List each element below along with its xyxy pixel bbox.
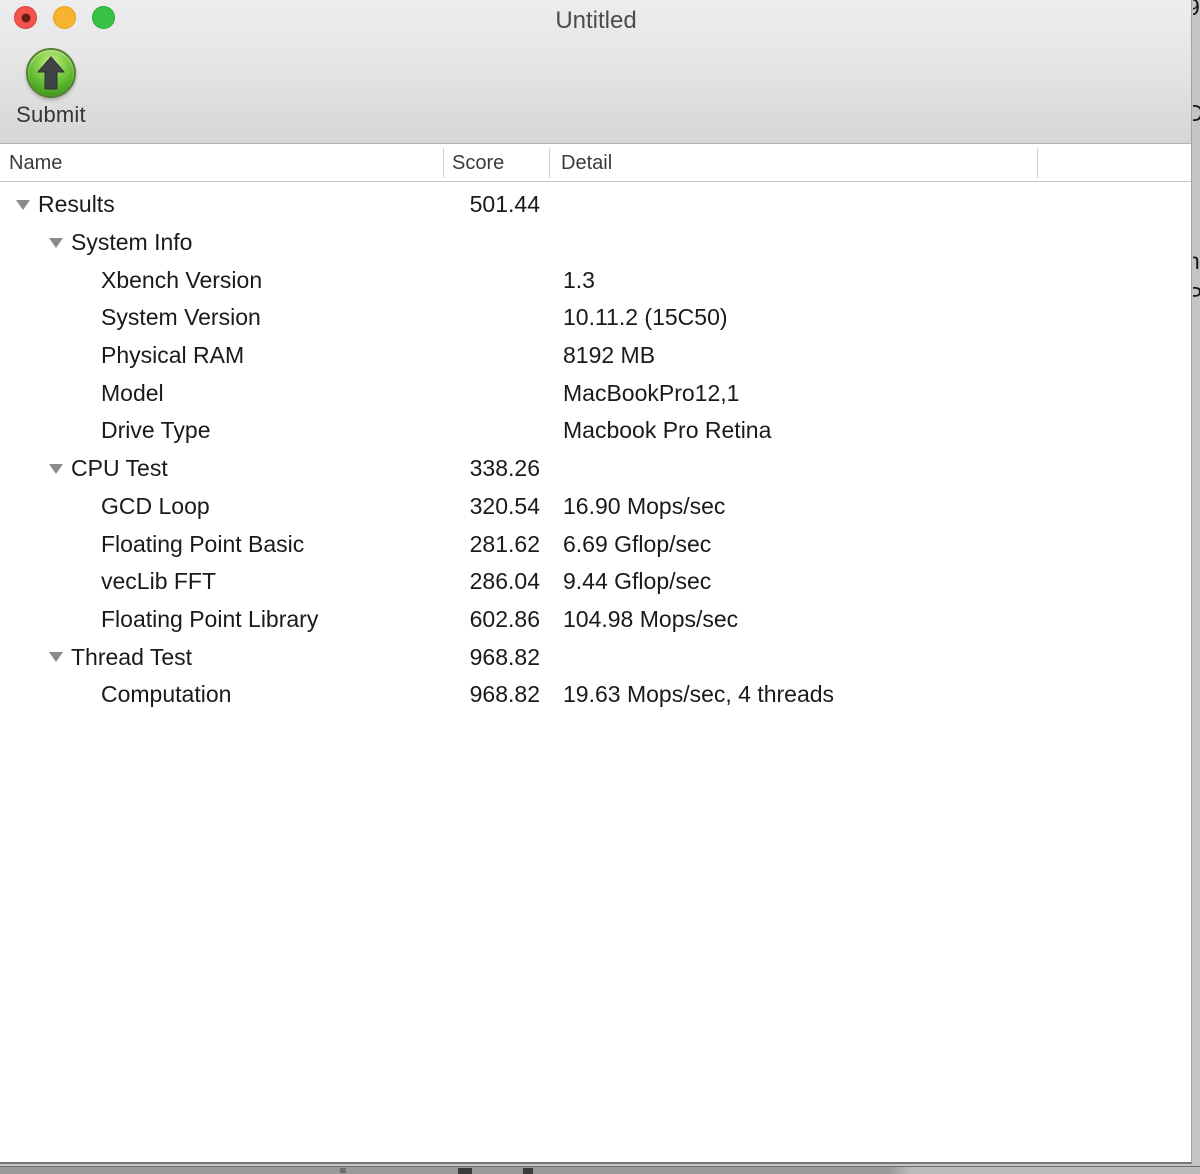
background-artifact [523, 1168, 533, 1174]
table-row[interactable]: CPU Test 338.26 [0, 450, 1191, 488]
row-name-cell: Model [0, 380, 443, 407]
row-name: Thread Test [71, 644, 192, 671]
row-name-cell: System Info [0, 229, 443, 256]
row-name-cell: Results [0, 191, 443, 218]
row-name-cell: System Version [0, 304, 443, 331]
column-divider[interactable] [1037, 148, 1038, 178]
disclosure-triangle-icon[interactable] [49, 238, 63, 248]
table-header: Name Score Detail [0, 145, 1191, 182]
row-name: Model [101, 380, 164, 407]
row-score: 968.82 [443, 644, 540, 671]
row-detail: 8192 MB [540, 342, 655, 369]
row-detail: 9.44 Gflop/sec [540, 568, 711, 595]
row-score: 968.82 [443, 681, 540, 708]
table-row[interactable]: Floating Point Basic 281.62 6.69 Gflop/s… [0, 525, 1191, 563]
disclosure-triangle-icon[interactable] [49, 652, 63, 662]
column-header-detail[interactable]: Detail [561, 152, 612, 175]
row-name-cell: Computation [0, 681, 443, 708]
row-detail: MacBookPro12,1 [540, 380, 739, 407]
table-row[interactable]: GCD Loop 320.54 16.90 Mops/sec [0, 488, 1191, 526]
background-text-fragment: D [1193, 100, 1200, 127]
row-name: Drive Type [101, 417, 211, 444]
window-chrome: Untitled Submit [0, 0, 1191, 144]
row-score: 501.44 [443, 191, 540, 218]
table-row[interactable]: Drive Type Macbook Pro Retina [0, 412, 1191, 450]
table-row[interactable]: Computation 968.82 19.63 Mops/sec, 4 thr… [0, 676, 1191, 714]
background-text-fragment: h [1193, 248, 1200, 275]
column-header-name[interactable]: Name [9, 152, 62, 175]
disclosure-triangle-icon[interactable] [49, 464, 63, 474]
row-name: Floating Point Basic [101, 531, 304, 558]
row-name: vecLib FFT [101, 568, 216, 595]
xbench-window: Untitled Submit Name Score Detail Result… [0, 0, 1192, 1164]
row-name-cell: Thread Test [0, 644, 443, 671]
row-detail: 19.63 Mops/sec, 4 threads [540, 681, 834, 708]
row-name-cell: Floating Point Basic [0, 531, 443, 558]
table-row[interactable]: Thread Test 968.82 [0, 638, 1191, 676]
table-row[interactable]: Floating Point Library 602.86 104.98 Mop… [0, 601, 1191, 639]
background-artifact [458, 1168, 472, 1174]
row-name: GCD Loop [101, 493, 210, 520]
table-row[interactable]: Results 501.44 [0, 186, 1191, 224]
submit-button-label: Submit [14, 102, 88, 128]
background-window-edge: 9 DhP [1193, 0, 1200, 1174]
row-name-cell: Drive Type [0, 417, 443, 444]
column-header-score[interactable]: Score [452, 152, 504, 175]
row-detail: Macbook Pro Retina [540, 417, 771, 444]
submit-button[interactable]: Submit [14, 48, 88, 128]
window-title: Untitled [0, 7, 1192, 35]
row-detail: 10.11.2 (15C50) [540, 304, 728, 331]
row-score: 286.04 [443, 568, 540, 595]
row-name-cell: CPU Test [0, 455, 443, 482]
row-detail: 1.3 [540, 267, 595, 294]
row-score: 320.54 [443, 493, 540, 520]
background-bottom-edge [0, 1166, 1200, 1174]
background-text-fragment: P [1193, 282, 1200, 309]
row-name: System Version [101, 304, 261, 331]
row-name-cell: Xbench Version [0, 267, 443, 294]
row-name-cell: Physical RAM [0, 342, 443, 369]
row-name-cell: Floating Point Library [0, 606, 443, 633]
table-row[interactable]: vecLib FFT 286.04 9.44 Gflop/sec [0, 563, 1191, 601]
row-score: 602.86 [443, 606, 540, 633]
row-name: CPU Test [71, 455, 168, 482]
table-row[interactable]: Physical RAM 8192 MB [0, 337, 1191, 375]
results-outline-table: Results 501.44 System Info Xbench Versio… [0, 183, 1191, 714]
row-score: 281.62 [443, 531, 540, 558]
disclosure-triangle-icon[interactable] [16, 200, 30, 210]
table-row[interactable]: System Version 10.11.2 (15C50) [0, 299, 1191, 337]
row-name: Results [38, 191, 115, 218]
row-detail: 6.69 Gflop/sec [540, 531, 711, 558]
table-row[interactable]: System Info [0, 224, 1191, 262]
column-divider[interactable] [549, 148, 550, 178]
row-name: Computation [101, 681, 231, 708]
table-row[interactable]: Model MacBookPro12,1 [0, 374, 1191, 412]
upload-arrow-icon [26, 48, 76, 98]
row-name: System Info [71, 229, 192, 256]
row-name: Floating Point Library [101, 606, 318, 633]
background-artifact [340, 1168, 346, 1173]
row-name: Physical RAM [101, 342, 244, 369]
background-text-fragment: 9 [1193, 0, 1200, 21]
row-name-cell: GCD Loop [0, 493, 443, 520]
row-name: Xbench Version [101, 267, 262, 294]
row-score: 338.26 [443, 455, 540, 482]
row-name-cell: vecLib FFT [0, 568, 443, 595]
column-divider[interactable] [443, 148, 444, 178]
row-detail: 16.90 Mops/sec [540, 493, 725, 520]
row-detail: 104.98 Mops/sec [540, 606, 738, 633]
table-row[interactable]: Xbench Version 1.3 [0, 261, 1191, 299]
